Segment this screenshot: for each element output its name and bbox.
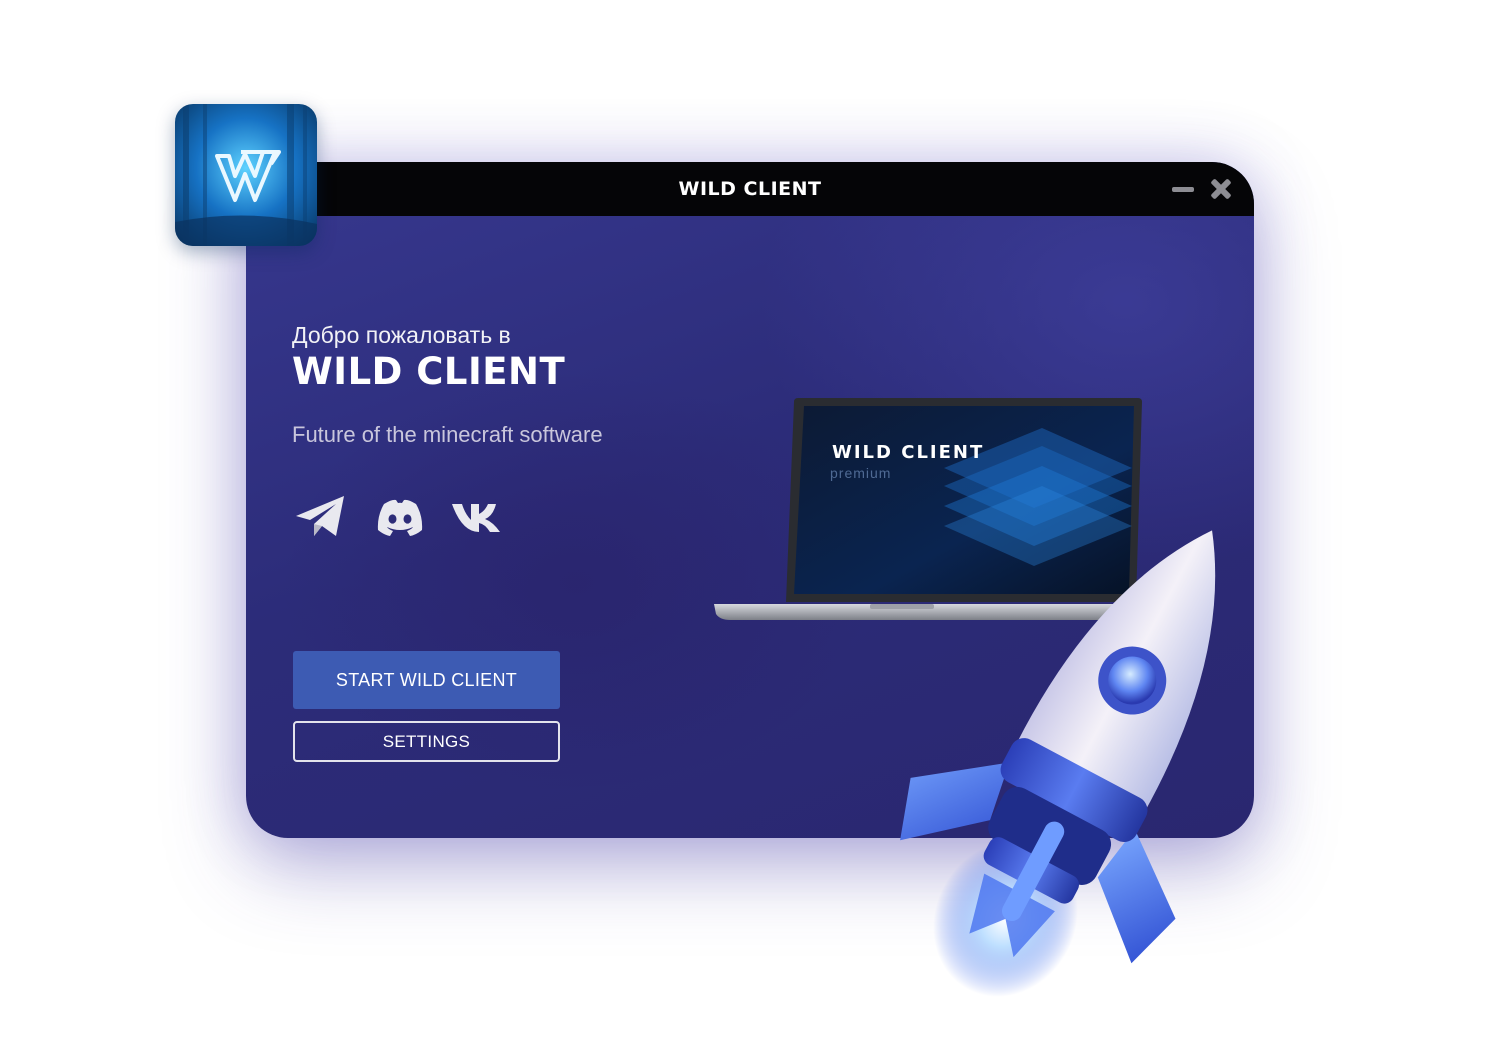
minimize-icon[interactable] [1170, 176, 1196, 202]
app-logo [175, 104, 317, 246]
title-bar[interactable]: WILD CLIENT [246, 162, 1254, 216]
welcome-text: Добро пожаловать в [292, 322, 511, 348]
settings-button[interactable]: SETTINGS [293, 721, 560, 762]
vk-icon[interactable] [450, 492, 506, 542]
telegram-icon[interactable] [294, 492, 350, 542]
close-icon[interactable] [1208, 176, 1234, 202]
laptop-screen-subtitle: premium [830, 465, 892, 481]
start-button[interactable]: START WILD CLIENT [293, 651, 560, 709]
laptop-screen-title: WILD CLIENT [832, 442, 985, 463]
discord-icon[interactable] [372, 492, 428, 542]
tagline: Future of the minecraft software [292, 422, 603, 447]
rocket-illustration [900, 500, 1290, 1010]
brand-title: WILD CLIENT [292, 350, 566, 393]
window-title: WILD CLIENT [678, 178, 822, 200]
